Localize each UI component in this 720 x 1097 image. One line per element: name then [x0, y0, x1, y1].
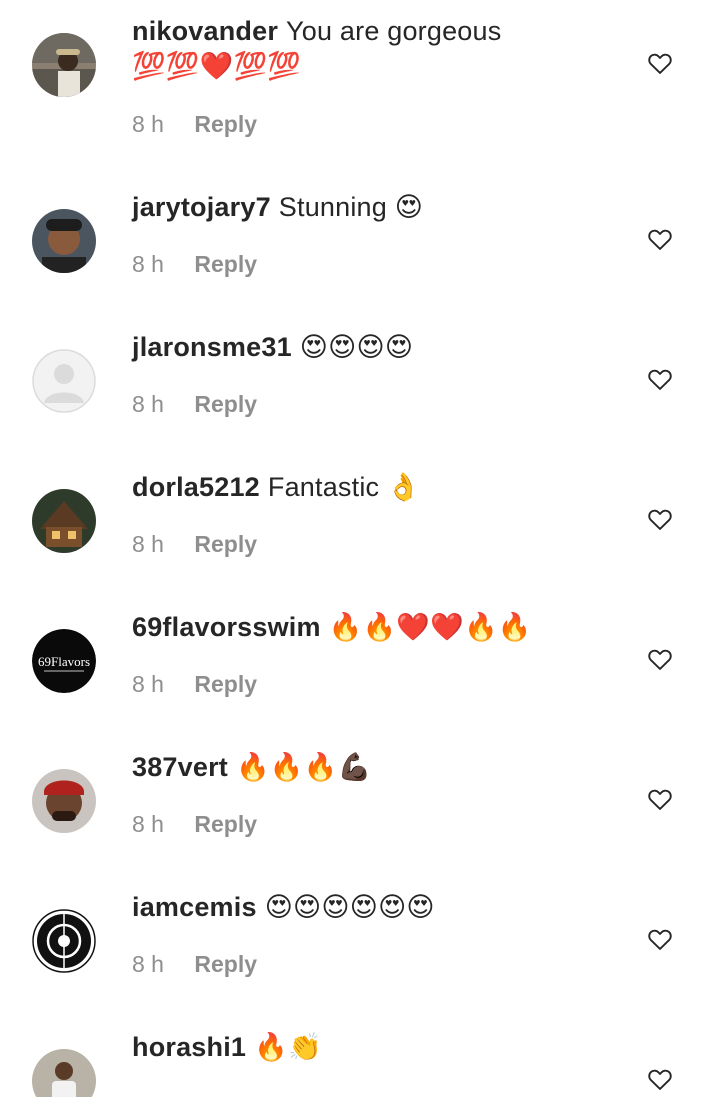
comment-text: 🔥👏 — [254, 1032, 322, 1062]
heart-outline-icon[interactable] — [646, 925, 674, 953]
comment-text: Stunning 😍 — [278, 192, 424, 222]
comment-time: 8 h — [132, 951, 164, 977]
avatar[interactable]: 69Flavors — [32, 629, 96, 693]
heart-outline-icon[interactable] — [646, 1065, 674, 1093]
avatar[interactable] — [32, 349, 96, 413]
comment-time: 8 h — [132, 671, 164, 697]
comment-time: 8 h — [132, 111, 164, 137]
comments-list: nikovander You are gorgeous 💯💯❤️💯💯 8 h Re… — [0, 0, 720, 1097]
heart-outline-icon[interactable] — [646, 505, 674, 533]
reply-button[interactable]: Reply — [194, 111, 257, 137]
comment-text: 🔥🔥❤️❤️🔥🔥 — [328, 612, 532, 642]
heart-outline-icon[interactable] — [646, 365, 674, 393]
heart-outline-icon[interactable] — [646, 785, 674, 813]
comment-time: 8 h — [132, 251, 164, 277]
comment-text: You are gorgeous — [286, 16, 502, 46]
comment-text: Fantastic 👌 — [267, 472, 421, 502]
comment-username[interactable]: horashi1 — [132, 1032, 246, 1062]
avatar[interactable] — [32, 1049, 96, 1097]
comment-time: 8 h — [132, 531, 164, 557]
comment-username[interactable]: jarytojary7 — [132, 192, 271, 222]
heart-outline-icon[interactable] — [646, 645, 674, 673]
heart-outline-icon[interactable] — [646, 49, 674, 77]
avatar[interactable] — [32, 33, 96, 97]
comment-text: 😍😍😍😍 — [299, 332, 414, 362]
comment-username[interactable]: nikovander — [132, 16, 278, 46]
comment-text-continued: 💯💯❤️💯💯 — [132, 51, 302, 81]
reply-button[interactable]: Reply — [194, 671, 257, 697]
comment-time: 8 h — [132, 391, 164, 417]
comment-username[interactable]: 387vert — [132, 752, 228, 782]
avatar-logo-text: 69Flavors — [38, 654, 90, 669]
comment-username[interactable]: dorla5212 — [132, 472, 260, 502]
reply-button[interactable]: Reply — [194, 531, 257, 557]
avatar[interactable] — [32, 909, 96, 973]
reply-button[interactable]: Reply — [194, 811, 257, 837]
comment-username[interactable]: jlaronsme31 — [132, 332, 292, 362]
comment-username[interactable]: iamcemis — [132, 892, 257, 922]
comment-text: 😍😍😍😍😍😍 — [264, 892, 435, 922]
reply-button[interactable]: Reply — [194, 391, 257, 417]
reply-button[interactable]: Reply — [194, 951, 257, 977]
avatar[interactable] — [32, 769, 96, 833]
comment-username[interactable]: 69flavorsswim — [132, 612, 321, 642]
heart-outline-icon[interactable] — [646, 225, 674, 253]
avatar[interactable] — [32, 209, 96, 273]
avatar[interactable] — [32, 489, 96, 553]
comment-text: 🔥🔥🔥💪🏿 — [235, 752, 372, 782]
reply-button[interactable]: Reply — [194, 251, 257, 277]
comment-time: 8 h — [132, 811, 164, 837]
